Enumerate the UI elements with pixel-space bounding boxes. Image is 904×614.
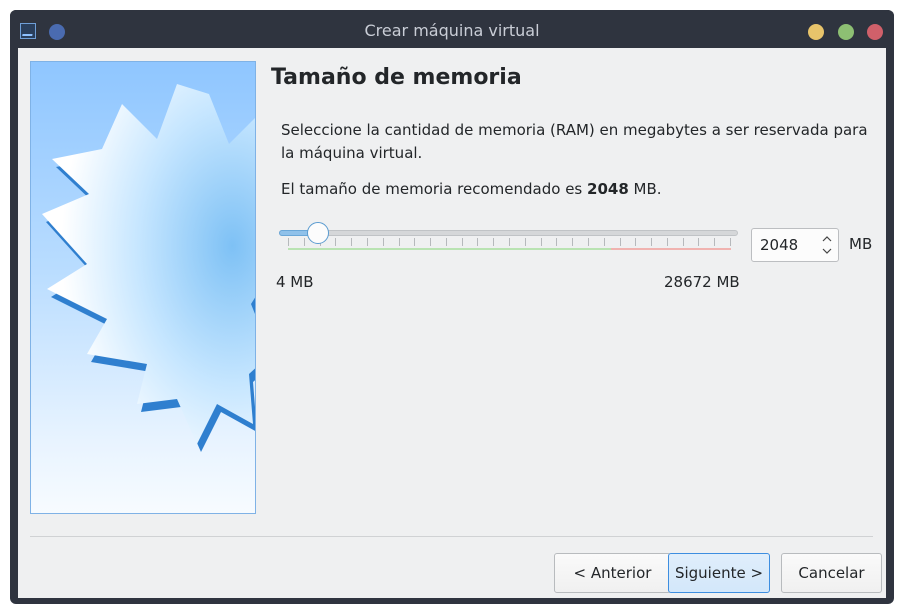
slider-tick [462,238,463,246]
slider-tick [667,238,668,246]
slider-max-label: 28672 MB [664,273,740,291]
memory-spinbox[interactable]: 2048 [751,228,839,262]
slider-tick [541,238,542,246]
slider-tick [698,238,699,246]
slider-tick [383,238,384,246]
slider-tick [351,238,352,246]
maximize-button[interactable] [838,24,854,40]
wizard-banner-image [30,61,256,514]
slider-tick [635,238,636,246]
slider-tick [430,238,431,246]
slider-tick [651,238,652,246]
next-button[interactable]: Siguiente > [668,553,770,593]
slider-tick [288,238,289,246]
dialog-content: Tamaño de memoria Seleccione la cantidad… [18,48,886,598]
close-button[interactable] [867,24,883,40]
title-bar: Crear máquina virtual [10,10,894,50]
slider-tick [509,238,510,246]
slider-tick [493,238,494,246]
recommended-memory-text: El tamaño de memoria recomendado es 2048… [281,180,662,198]
slider-tick [604,238,605,246]
slider-tick [414,238,415,246]
slider-tick [399,238,400,246]
slider-tick [588,238,589,246]
chevron-up-icon[interactable] [822,235,832,243]
slider-safe-zone [288,248,611,250]
slider-tick [620,238,621,246]
slider-tick [304,238,305,246]
slider-danger-zone [611,248,731,250]
back-button[interactable]: < Anterior [554,553,671,593]
slider-tick [525,238,526,246]
cancel-button[interactable]: Cancelar [781,553,882,593]
slider-tick [683,238,684,246]
slider-ticks [288,238,731,248]
page-title: Tamaño de memoria [271,65,522,90]
memory-unit-label: MB [849,235,873,253]
slider-track[interactable] [279,230,738,236]
dialog-window: Crear máquina virtual Tamaño de memoria … [10,10,894,604]
slider-min-label: 4 MB [276,273,314,291]
slider-tick [572,238,573,246]
chevron-down-icon[interactable] [822,247,832,255]
slider-tick [335,238,336,246]
slider-tick [714,238,715,246]
slider-handle[interactable] [307,222,329,244]
slider-tick [556,238,557,246]
window-title: Crear máquina virtual [364,21,540,40]
page-description: Seleccione la cantidad de memoria (RAM) … [281,121,868,162]
button-separator [30,536,873,537]
memory-spinbox-value[interactable]: 2048 [760,229,798,261]
slider-tick [477,238,478,246]
slider-tick [446,238,447,246]
minimize-button[interactable] [808,24,824,40]
memory-slider[interactable] [278,219,740,259]
recommended-memory-value: 2048 [587,180,629,198]
slider-tick [367,238,368,246]
slider-tick [730,238,731,246]
